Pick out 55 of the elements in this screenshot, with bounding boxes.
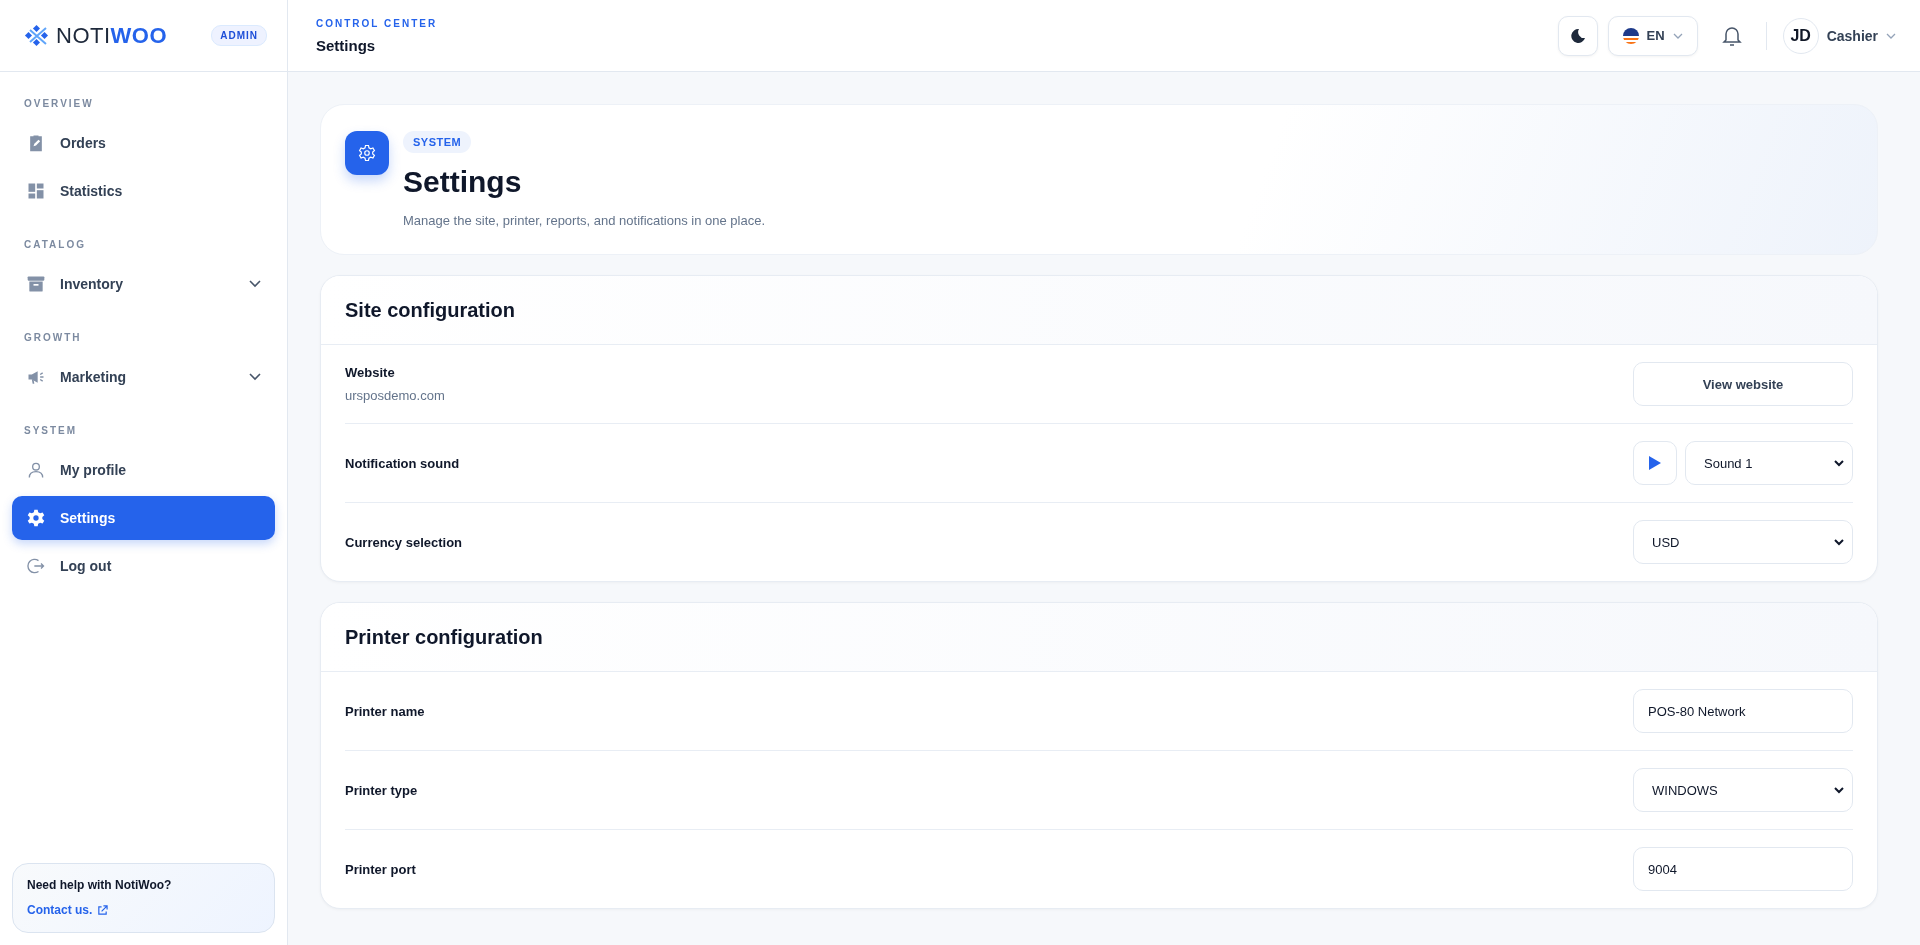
logout-icon [26,556,46,576]
language-button[interactable]: EN [1607,15,1698,56]
chevron-down-icon [1834,459,1844,467]
select-field[interactable]: WINDOWS [1633,768,1853,812]
setting-value: ursposdemo.com [345,388,445,403]
setting-label: Printer name [345,703,425,719]
setting-label: Notification sound [345,455,460,471]
setting-label: Printer port [345,861,416,877]
notification-bell-icon[interactable] [1721,24,1742,47]
setting-label: Website [345,365,396,380]
nav-item[interactable]: Settings [12,496,275,540]
input-field[interactable]: 9004 [1633,847,1853,891]
archive-icon [26,274,46,294]
nav-item[interactable]: Inventory [12,262,275,306]
contact-link[interactable]: Contact us. [27,903,109,917]
gear-icon [26,508,46,528]
brand-name: NOTIWOO [56,22,168,49]
nav-section-title: CATALOG [23,238,87,252]
nav-item[interactable]: Orders [12,121,275,165]
card-title: Printer configuration [345,625,543,649]
play-icon [1648,455,1662,471]
page-title: Settings [316,36,377,54]
nav-item[interactable]: Marketing [12,355,275,399]
card-title: Site configuration [345,298,515,322]
nav-section-title: GROWTH [23,331,83,345]
nav-item[interactable]: My profile [12,448,275,492]
breadcrumb-label: CONTROL CENTER [316,17,438,29]
nav-section-title: OVERVIEW [23,97,95,111]
nav-section-title: SYSTEM [23,424,79,438]
moon-icon [1569,27,1586,44]
role-badge: ADMIN [211,25,267,46]
help-text: Need help with NotiWoo? [27,878,173,892]
chevron-down-icon [1672,32,1683,39]
grid-icon [26,181,46,201]
play-button[interactable] [1633,441,1677,485]
setting-label: Printer type [345,782,418,798]
hero-description: Manage the site, printer, reports, and notifications in one place. [403,213,766,228]
dark-mode-button[interactable] [1557,15,1598,56]
user-menu[interactable]: JD Cashier [1782,17,1896,54]
nav-item[interactable]: Log out [12,544,275,588]
select-field[interactable]: Sound 1 [1685,441,1853,485]
input-field[interactable]: POS-80 Network [1633,689,1853,733]
view-website-button[interactable]: View website [1633,362,1853,406]
chevron-down-icon [1886,32,1896,39]
external-link-icon [97,904,109,916]
select-field[interactable]: USD [1633,520,1853,564]
chevron-down-icon [1834,538,1844,546]
flag-icon [1622,27,1639,44]
setting-label: Currency selection [345,534,463,550]
user-icon [26,460,46,480]
hero-title: Settings [403,165,523,199]
nav-item[interactable]: Statistics [12,169,275,213]
settings-icon [345,131,389,175]
chevron-down-icon [1834,786,1844,794]
category-tag: SYSTEM [403,131,472,153]
